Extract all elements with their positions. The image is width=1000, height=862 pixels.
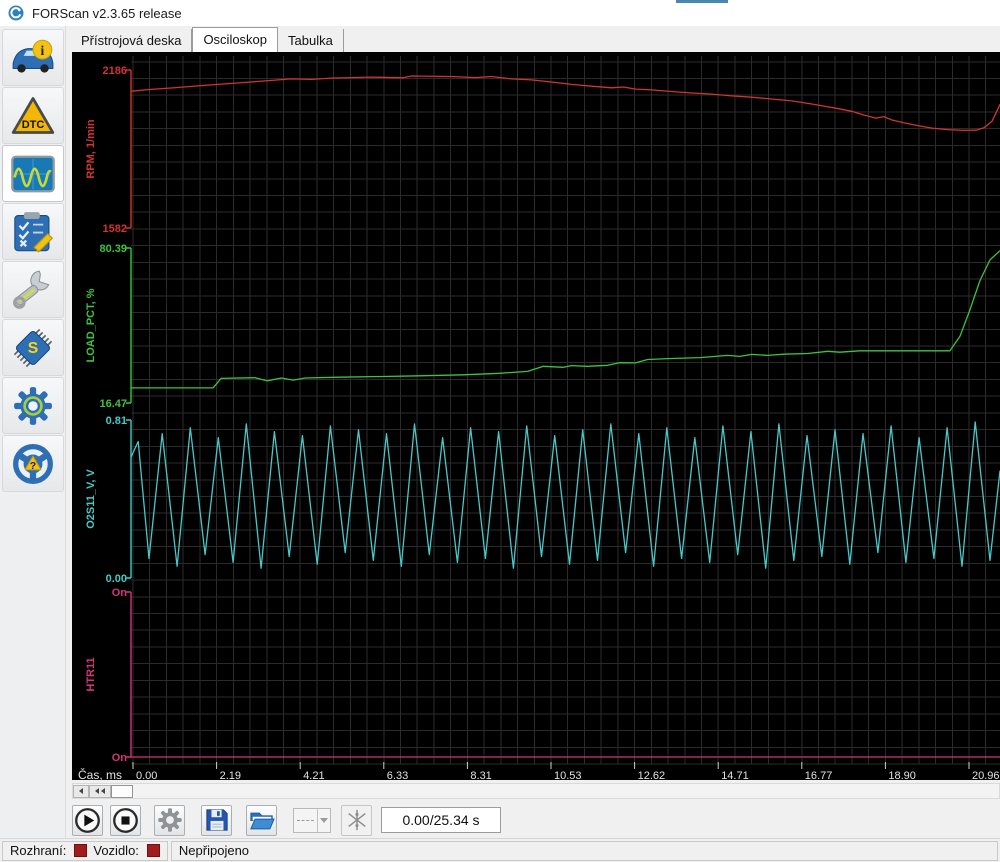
scrollbar-thumb[interactable] [111,784,133,798]
time-position-display: 0.00/25.34 s [381,807,501,833]
tab-bar: Přístrojová deska Osciloskop Tabulka [66,26,1000,52]
svg-text:i: i [41,42,45,57]
bottom-toolbar: 0.00/25.34 s [72,802,1000,838]
svg-text:6.33: 6.33 [387,770,408,780]
connection-panel: Rozhraní: Vozidlo: [2,840,168,861]
oscilloscope-icon [11,155,55,192]
save-icon [205,809,228,831]
scroll-left-button[interactable] [73,784,89,798]
svg-text:2.19: 2.19 [220,770,241,780]
gear-icon [14,386,52,425]
oscilloscope-plot[interactable]: 0.00 2.19 4.21 6.33 8.31 10.53 12.62 14.71 16.77… [72,52,1000,782]
svg-text:18.90: 18.90 [888,770,916,780]
sidebar-item-settings[interactable] [2,377,64,434]
vehicle-label: Vozidlo: [93,843,139,858]
gear-gray-icon [157,808,182,832]
sidebar: i DTC S ? [0,26,66,838]
help-wheel-icon: ? [13,443,53,484]
svg-text:2186: 2186 [103,65,127,77]
sidebar-item-help[interactable]: ? [2,435,64,492]
title-bar: FORScan v2.3.65 release [0,0,1000,26]
save-button[interactable] [201,804,232,836]
vehicle-status-indicator [146,844,160,857]
tab-dashboard[interactable]: Přístrojová deska [71,28,193,52]
svg-text:0.81: 0.81 [106,415,127,427]
clear-markers-button[interactable] [341,804,372,836]
open-folder-icon [249,812,275,829]
svg-text:S: S [28,340,38,357]
svg-text:16.77: 16.77 [805,770,833,780]
svg-text:RPM, 1/min: RPM, 1/min [85,119,97,179]
svg-text:4.21: 4.21 [303,770,324,780]
stop-button[interactable] [110,804,141,836]
sidebar-item-service[interactable] [2,261,64,318]
tab-oscilloscope[interactable]: Osciloskop [192,26,279,52]
status-message: Nepřipojeno [178,843,250,858]
arrow-double-left-icon [95,788,105,794]
open-button[interactable] [246,804,277,836]
sidebar-item-tests[interactable] [2,203,64,260]
wrench-icon [13,270,50,309]
status-message-panel: Nepřipojeno [170,840,998,861]
svg-text:O2S11_V, V: O2S11_V, V [85,469,97,529]
svg-text:12.62: 12.62 [638,770,666,780]
svg-text:1582: 1582 [103,223,127,235]
play-button[interactable] [72,804,103,836]
crossed-marker-icon [347,809,366,831]
svg-text:20.96: 20.96 [972,770,1000,780]
svg-text:Čas, ms: Čas, ms [78,767,122,780]
sidebar-item-configuration[interactable]: S [2,319,64,376]
car-info-icon: i [12,39,54,73]
stop-icon [113,807,138,833]
window-title: FORScan v2.3.65 release [32,5,182,21]
plot-canvas: 0.00 2.19 4.21 6.33 8.31 10.53 12.62 14.71 16.77… [78,56,1000,782]
svg-text:8.31: 8.31 [470,770,491,780]
interface-status-indicator [74,844,88,857]
play-icon [75,807,100,833]
tab-table[interactable]: Tabulka [278,28,344,52]
status-bar: Rozhraní: Vozidlo: Nepřipojeno [0,838,1000,862]
dropdown-empty-value [297,819,314,821]
chevron-down-icon [320,817,328,823]
scroll-left-fast-button[interactable] [89,784,111,798]
plot-scrollbar[interactable] [72,783,1000,799]
sidebar-item-dtc[interactable]: DTC [2,87,64,144]
arrow-left-icon [79,788,83,794]
app-logo-icon [8,5,24,21]
dropdown-button[interactable] [317,808,330,832]
svg-text:On: On [112,752,128,764]
svg-text:0.00: 0.00 [136,770,157,780]
main-area: Přístrojová deska Osciloskop Tabulka 0.0… [66,26,1000,838]
svg-text:10.53: 10.53 [554,770,582,780]
svg-text:LOAD_PCT, %: LOAD_PCT, % [85,288,97,362]
svg-text:16.47: 16.47 [99,398,127,410]
svg-text:0.00: 0.00 [106,573,127,585]
marker-select-dropdown[interactable] [293,807,331,833]
scope-settings-button[interactable] [154,804,185,836]
svg-text:On: On [112,587,128,599]
clipboard-checklist-icon [14,211,54,253]
sidebar-item-vehicle-info[interactable]: i [2,29,64,86]
svg-text:14.71: 14.71 [721,770,749,780]
chip-icon: S [13,328,53,367]
dtc-warning-icon: DTC [11,96,55,134]
overlapping-window-edge [676,0,728,3]
svg-text:80.39: 80.39 [99,243,127,255]
interface-label: Rozhraní: [10,843,67,858]
svg-text:DTC: DTC [22,119,45,131]
svg-text:HTR11: HTR11 [85,657,97,691]
sidebar-item-oscilloscope[interactable] [2,145,64,202]
svg-text:?: ? [30,460,36,472]
